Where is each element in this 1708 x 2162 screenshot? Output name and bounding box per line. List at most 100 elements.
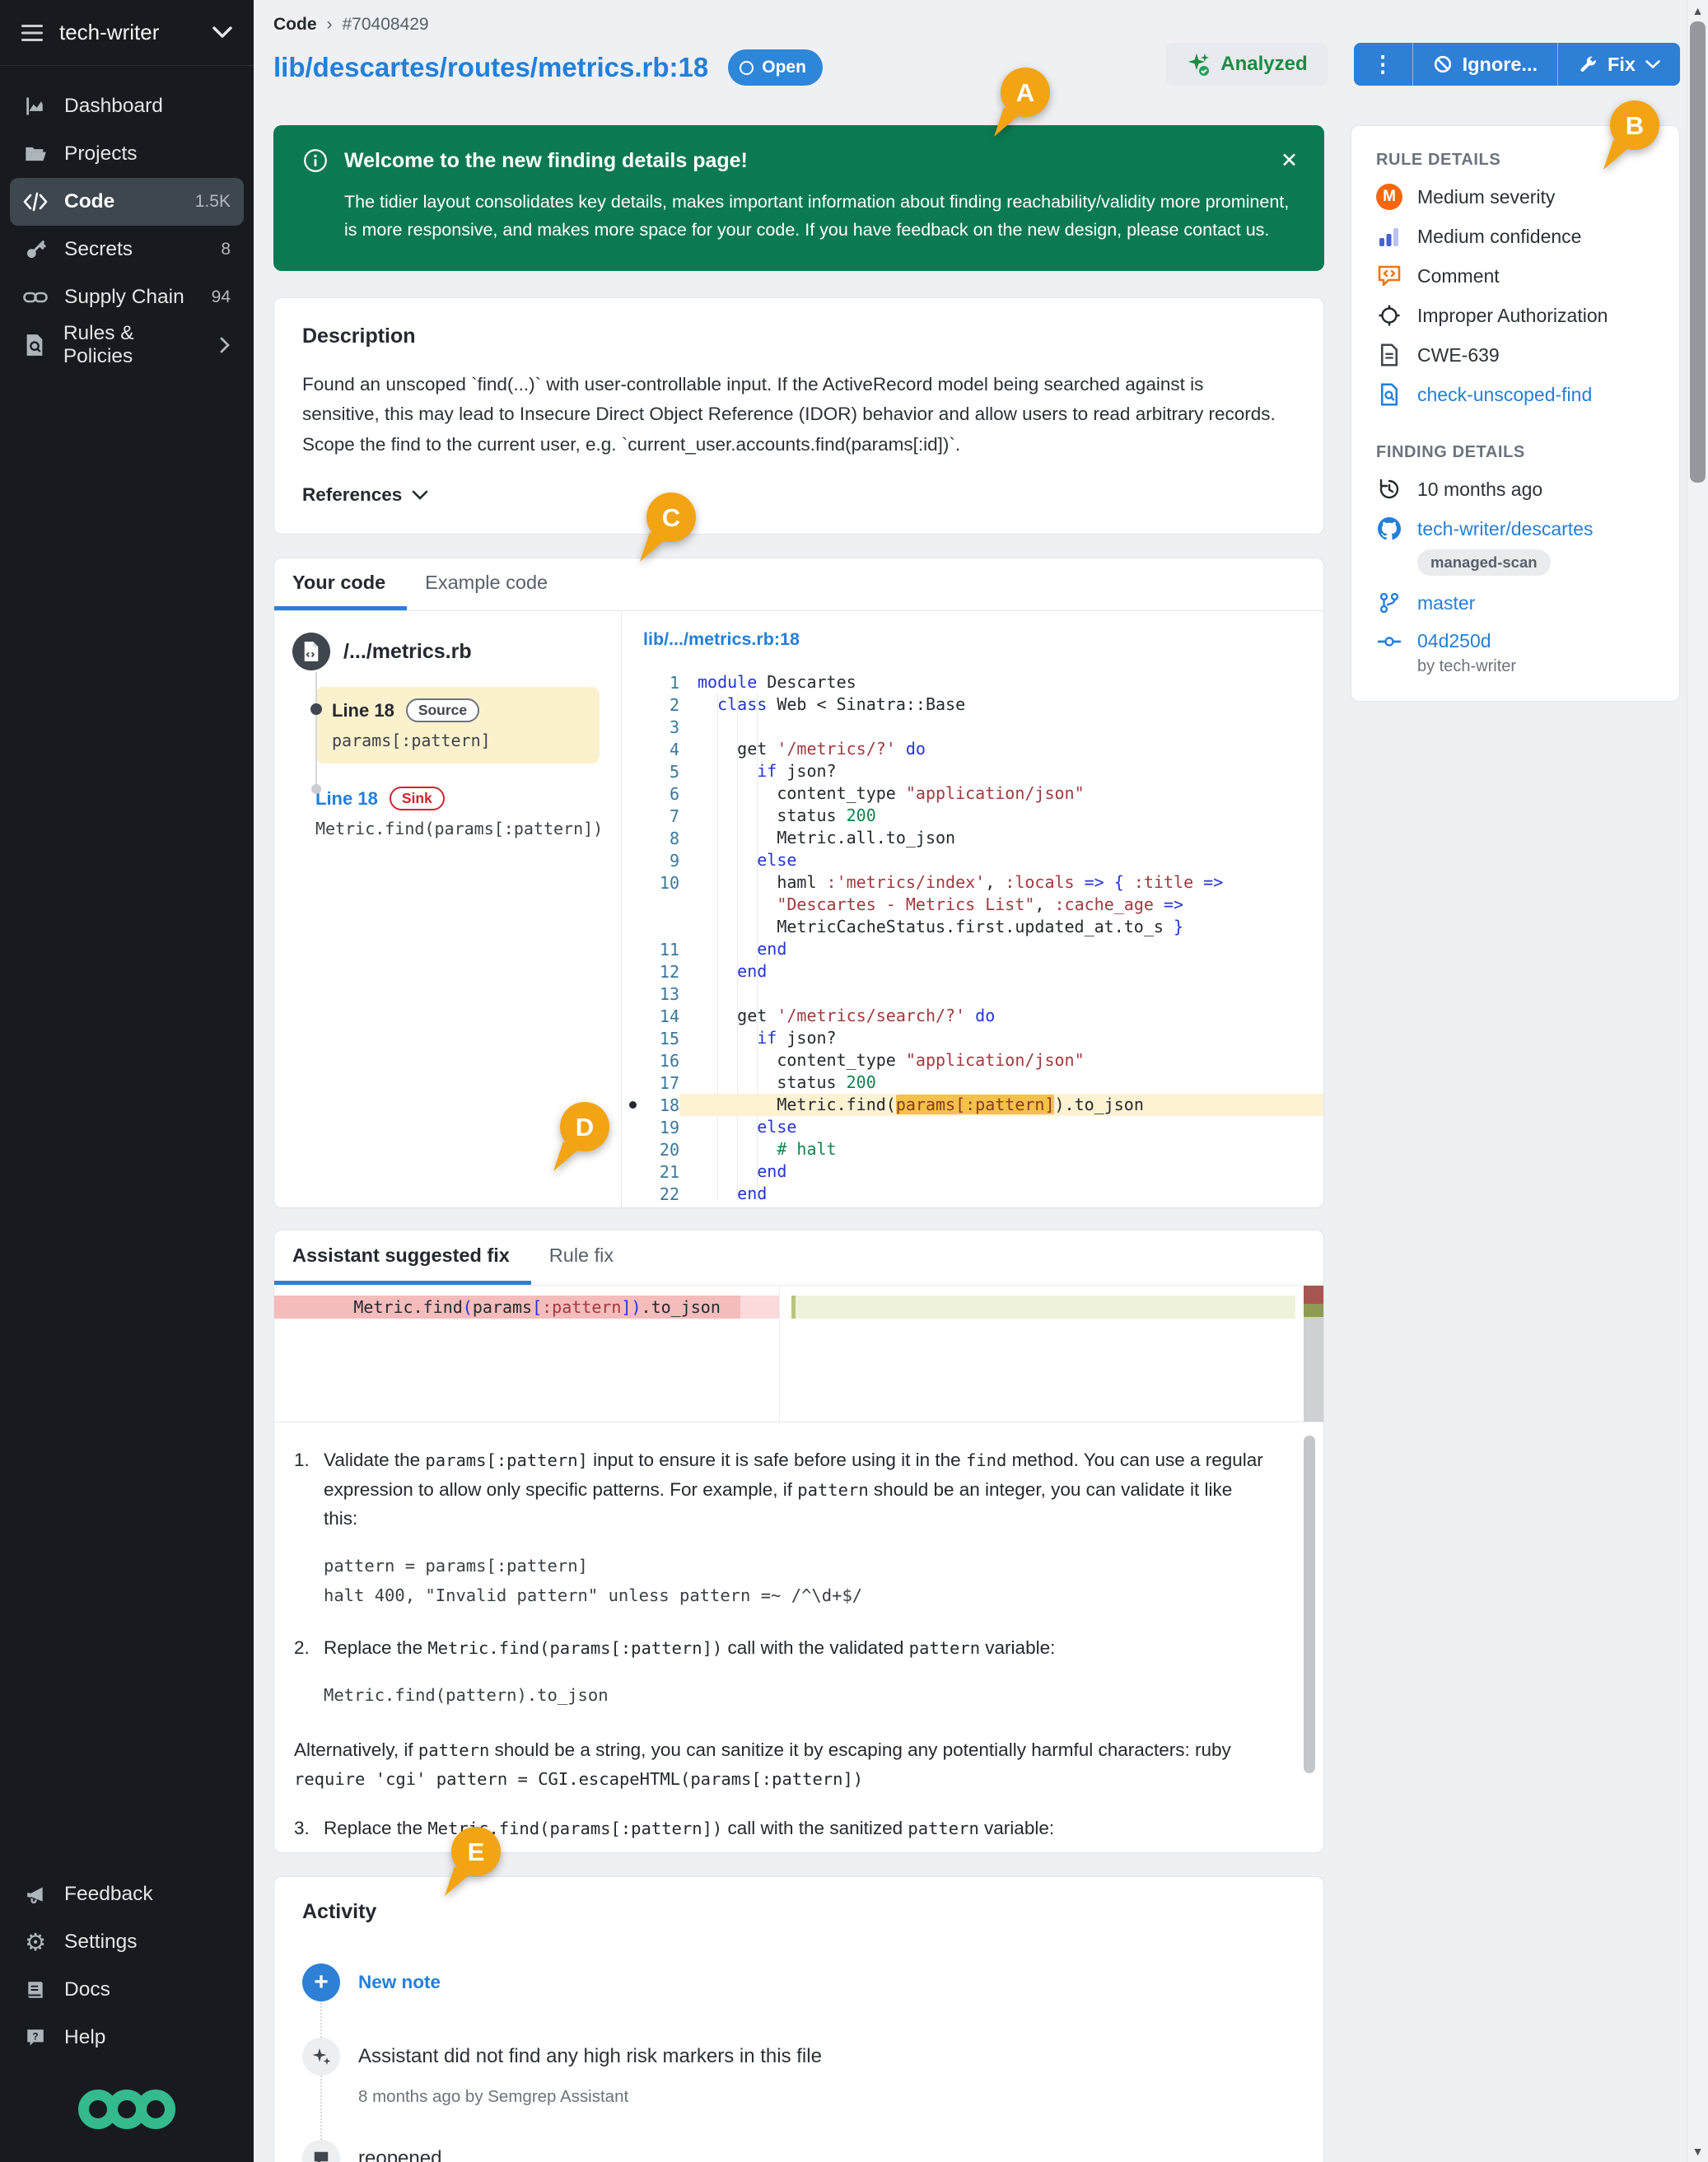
page-title[interactable]: lib/descartes/routes/metrics.rb:18 (273, 52, 708, 83)
code-line[interactable]: "Descartes - Metrics List", :cache_age =… (622, 894, 1323, 916)
scrollbar-up-icon[interactable]: ▲ (1687, 4, 1708, 17)
sidebar-item-settings[interactable]: ⚙ Settings (10, 1918, 244, 1966)
code-line[interactable]: 20 # halt (622, 1138, 1323, 1160)
breadcrumb-code[interactable]: Code (273, 15, 317, 35)
code-line[interactable]: 11 end (622, 938, 1323, 960)
code-line[interactable]: 5 if json? (622, 760, 1323, 782)
status-badge[interactable]: Open (728, 49, 823, 86)
code-line[interactable]: 18 Metric.find(params[:pattern]).to_json (622, 1094, 1323, 1116)
sidebar-item-supply-chain[interactable]: Supply Chain 94 (10, 273, 244, 321)
wrench-icon (1578, 54, 1598, 74)
code-line[interactable]: 9 else (622, 849, 1323, 871)
svg-text:A: A (1016, 78, 1034, 107)
info-icon (303, 148, 328, 173)
svg-text:B: B (1626, 111, 1644, 140)
code-file-link[interactable]: lib/.../metrics.rb:18 (643, 629, 800, 650)
tab-rule-fix[interactable]: Rule fix (531, 1230, 635, 1285)
analyzed-button[interactable]: Analyzed (1166, 43, 1327, 86)
sidebar-item-docs[interactable]: Docs (10, 1966, 244, 2014)
sidebar-item-dashboard[interactable]: Dashboard (10, 82, 244, 130)
repo-link-item[interactable]: tech-writer/descartes (1376, 516, 1654, 541)
page-scrollbar[interactable]: ▲ ▼ (1687, 0, 1708, 2162)
sidebar-item-help[interactable]: ? Help (10, 2014, 244, 2062)
code-line[interactable]: 17 status 200 (622, 1072, 1323, 1094)
code-line[interactable]: 15 if json? (622, 1027, 1323, 1049)
source-snippet: params[:pattern] (332, 731, 583, 750)
code-line[interactable]: 16 content_type "application/json" (622, 1049, 1323, 1072)
rule-link-item[interactable]: check-unscoped-find (1376, 382, 1654, 407)
code-line[interactable]: 8 Metric.all.to_json (622, 827, 1323, 849)
banner-close-icon[interactable]: ✕ (1281, 148, 1298, 173)
scrollbar-thumb[interactable] (1690, 21, 1706, 483)
code-line[interactable]: 10 haml :'metrics/index', :locals => { :… (622, 871, 1323, 894)
sidebar: tech-writer Dashboard Projects Code 1.5K… (0, 0, 254, 2162)
more-actions-button[interactable]: ⋮ (1354, 43, 1412, 86)
breadcrumb-separator: › (327, 15, 333, 35)
new-note-row[interactable]: + New note (302, 1964, 1295, 2001)
org-name[interactable]: tech-writer (59, 20, 159, 45)
chain-link-icon (23, 289, 48, 306)
document-icon (1376, 343, 1402, 367)
fix-step: 1.Validate the params[:pattern] input to… (294, 1445, 1266, 1613)
code-line[interactable]: 13 (622, 983, 1323, 1005)
branch-link-item[interactable]: master (1376, 591, 1654, 615)
org-chevron-down-icon[interactable] (212, 26, 232, 39)
code-line[interactable]: 4 get '/metrics/?' do (622, 738, 1323, 760)
confidence-item: Medium confidence (1376, 224, 1654, 249)
code-line[interactable]: 3 (622, 716, 1323, 738)
hamburger-icon[interactable] (21, 24, 43, 42)
assistant-sparkle-icon (302, 2038, 340, 2076)
code-line[interactable]: 7 status 200 (622, 805, 1323, 827)
fix-scrollbar-thumb[interactable] (1304, 1436, 1315, 1773)
references-chevron-down-icon (412, 490, 428, 500)
plus-circle-icon: + (302, 1964, 340, 2001)
trace-file-name[interactable]: /.../metrics.rb (343, 640, 472, 664)
commit-author: by tech-writer (1417, 657, 1516, 676)
breadcrumb-finding-id: #70408429 (343, 15, 429, 35)
sidebar-item-rules-policies[interactable]: Rules & Policies (10, 321, 244, 369)
git-branch-icon (1376, 591, 1402, 614)
page-header: Code › #70408429 lib/descartes/routes/me… (273, 0, 1680, 117)
fix-button[interactable]: Fix (1557, 43, 1680, 86)
scrollbar-down-icon[interactable]: ▼ (1687, 2145, 1708, 2158)
kebab-icon: ⋮ (1372, 52, 1394, 77)
code-viewer: lib/.../metrics.rb:18 1module Descartes2… (622, 611, 1323, 1208)
sidebar-item-feedback[interactable]: Feedback (10, 1870, 244, 1918)
ignore-button[interactable]: Ignore... (1412, 43, 1557, 86)
code-line[interactable]: 14 get '/metrics/search/?' do (622, 1005, 1323, 1027)
tab-assistant-fix[interactable]: Assistant suggested fix (274, 1230, 531, 1285)
trace-sink-entry[interactable]: Line 18 Sink Metric.find(params[:pattern… (315, 787, 600, 838)
description-body: Found an unscoped `find(...)` with user-… (302, 370, 1282, 460)
open-circle-icon (740, 61, 754, 75)
tab-your-code[interactable]: Your code (274, 558, 407, 610)
confidence-bars-icon (1376, 225, 1402, 248)
sidebar-item-secrets[interactable]: Secrets 8 (10, 226, 244, 273)
trace-source-entry[interactable]: Line 18 Source params[:pattern] (315, 687, 600, 763)
fix-alternative-paragraph: Alternatively, if pattern should be a st… (294, 1735, 1266, 1794)
new-note-link[interactable]: New note (358, 1972, 441, 1993)
diff-scrollbar[interactable] (1304, 1286, 1323, 1422)
code-line[interactable]: 6 content_type "application/json" (622, 782, 1323, 805)
diff-added-line (791, 1296, 1295, 1319)
sidebar-item-projects[interactable]: Projects (10, 130, 244, 178)
description-card: Description Found an unscoped `find(...)… (273, 297, 1324, 535)
tab-example-code[interactable]: Example code (407, 558, 569, 610)
fix-diff-view: Metric.find(params[:pattern]).to_json (274, 1285, 1323, 1422)
code-line[interactable]: 22 end (622, 1183, 1323, 1205)
svg-text:?: ? (32, 2031, 38, 2043)
code-line[interactable]: 21 end (622, 1160, 1323, 1183)
help-bubble-icon: ? (23, 2027, 48, 2048)
sidebar-item-code[interactable]: Code 1.5K (10, 178, 244, 226)
code-line[interactable]: 1module Descartes (622, 671, 1323, 693)
trace-sink-dot (311, 784, 321, 794)
code-line[interactable]: 2 class Web < Sinatra::Base (622, 693, 1323, 716)
code-line[interactable]: 19 else (622, 1116, 1323, 1138)
comment-bubble-icon (302, 2140, 340, 2162)
managed-scan-badge: managed-scan (1417, 549, 1551, 576)
code-line[interactable]: MetricCacheStatus.first.updated_at.to_s … (622, 916, 1323, 938)
fix-tabbar: Assistant suggested fix Rule fix (274, 1230, 1323, 1285)
references-toggle[interactable]: References (302, 484, 1295, 506)
code-line[interactable]: 12 end (622, 960, 1323, 983)
code-block[interactable]: 1module Descartes2 class Web < Sinatra::… (622, 671, 1323, 1205)
commit-link-item[interactable]: 04d250d by tech-writer (1376, 630, 1654, 676)
